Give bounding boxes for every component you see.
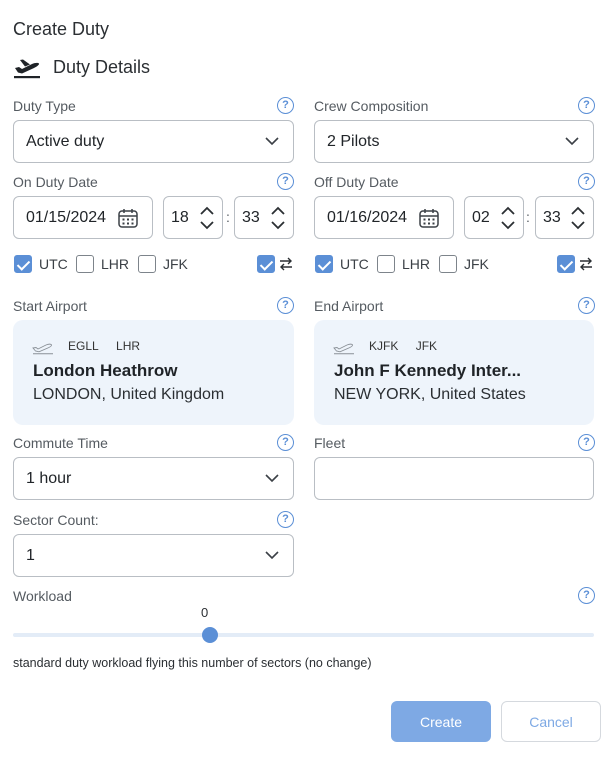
end-airport-card[interactable]: KJFK JFK John F Kennedy Inter... NEW YOR…: [314, 320, 594, 425]
on-duty-utc-label: UTC: [39, 256, 68, 272]
start-airport-help-icon[interactable]: ?: [277, 297, 294, 314]
on-duty-lhr-checkbox[interactable]: [76, 255, 94, 273]
on-duty-help-icon[interactable]: ?: [277, 173, 294, 190]
plane-takeoff-icon: [333, 343, 354, 355]
stepper-arrows-icon[interactable]: [269, 203, 287, 233]
off-duty-swap-checkbox[interactable]: [557, 255, 575, 273]
duty-type-value: Active duty: [26, 132, 105, 150]
calendar-icon[interactable]: [418, 207, 440, 229]
off-duty-hour-input[interactable]: 02: [464, 196, 524, 239]
create-button[interactable]: Create: [391, 701, 491, 742]
swap-arrows-icon: [580, 257, 592, 271]
chevron-down-icon: [265, 474, 279, 483]
chevron-down-icon: [565, 137, 579, 146]
sector-count-value: 1: [26, 546, 35, 564]
crew-composition-label: Crew Composition: [314, 98, 429, 114]
off-duty-hour-value: 02: [472, 208, 490, 226]
chevron-down-icon: [265, 551, 279, 560]
workload-help-icon[interactable]: ?: [578, 587, 595, 604]
crew-composition-help-icon[interactable]: ?: [578, 97, 595, 114]
start-airport-card[interactable]: EGLL LHR London Heathrow LONDON, United …: [13, 320, 294, 425]
start-airport-iata: LHR: [116, 339, 141, 353]
time-separator: :: [226, 209, 230, 225]
off-duty-lhr-label: LHR: [402, 256, 431, 272]
on-duty-hour-value: 18: [171, 208, 189, 226]
off-duty-minute-value: 33: [543, 208, 561, 226]
sector-count-select[interactable]: 1: [13, 534, 294, 577]
workload-slider-track[interactable]: [13, 633, 594, 637]
workload-value: 0: [201, 605, 209, 620]
swap-arrows-icon: [280, 257, 292, 271]
end-airport-help-icon[interactable]: ?: [578, 297, 595, 314]
commute-time-select[interactable]: 1 hour: [13, 457, 294, 500]
stepper-arrows-icon[interactable]: [198, 203, 216, 233]
time-separator: :: [526, 209, 530, 225]
chevron-down-icon: [265, 137, 279, 146]
cancel-button[interactable]: Cancel: [501, 701, 601, 742]
off-duty-date-label: Off Duty Date: [314, 174, 399, 190]
on-duty-minute-input[interactable]: 33: [234, 196, 294, 239]
on-duty-lhr-label: LHR: [101, 256, 130, 272]
start-airport-name: London Heathrow: [33, 361, 178, 380]
duty-type-help-icon[interactable]: ?: [277, 97, 294, 114]
stepper-arrows-icon[interactable]: [499, 203, 517, 233]
duty-type-label: Duty Type: [13, 98, 76, 114]
off-duty-lhr-checkbox[interactable]: [377, 255, 395, 273]
end-airport-name: John F Kennedy Inter...: [334, 361, 522, 380]
commute-time-help-icon[interactable]: ?: [277, 434, 294, 451]
crew-composition-value: 2 Pilots: [327, 132, 380, 150]
off-duty-date-input[interactable]: 01/16/2024: [314, 196, 454, 239]
off-duty-utc-checkbox[interactable]: [315, 255, 333, 273]
on-duty-hour-input[interactable]: 18: [163, 196, 223, 239]
workload-label: Workload: [13, 588, 72, 604]
plane-takeoff-icon: [14, 59, 40, 79]
commute-time-label: Commute Time: [13, 435, 108, 451]
start-airport-codes: EGLL LHR: [68, 339, 154, 353]
off-duty-minute-input[interactable]: 33: [535, 196, 594, 239]
on-duty-minute-value: 33: [242, 208, 260, 226]
off-duty-date-value: 01/16/2024: [327, 208, 408, 226]
section-title: Duty Details: [53, 56, 151, 77]
end-airport-location: NEW YORK, United States: [334, 386, 526, 403]
dialog-title: Create Duty: [13, 19, 110, 39]
start-airport-label: Start Airport: [13, 298, 87, 314]
on-duty-utc-checkbox[interactable]: [14, 255, 32, 273]
on-duty-jfk-label: JFK: [163, 256, 188, 272]
off-duty-utc-label: UTC: [340, 256, 369, 272]
duty-type-select[interactable]: Active duty: [13, 120, 294, 163]
on-duty-date-label: On Duty Date: [13, 174, 98, 190]
fleet-label: Fleet: [314, 435, 346, 451]
fleet-input[interactable]: [314, 457, 594, 500]
sector-count-label: Sector Count:: [13, 512, 99, 528]
end-airport-icao: KJFK: [369, 339, 399, 353]
plane-takeoff-icon: [32, 343, 53, 355]
commute-time-value: 1 hour: [26, 469, 72, 487]
workload-description: standard duty workload flying this numbe…: [13, 656, 372, 670]
section-header: Duty Details: [13, 54, 150, 80]
start-airport-icao: EGLL: [68, 339, 99, 353]
off-duty-jfk-checkbox[interactable]: [439, 255, 457, 273]
crew-composition-select[interactable]: 2 Pilots: [314, 120, 594, 163]
on-duty-date-value: 01/15/2024: [26, 208, 107, 226]
on-duty-date-input[interactable]: 01/15/2024: [13, 196, 153, 239]
fleet-help-icon[interactable]: ?: [578, 434, 595, 451]
sector-count-help-icon[interactable]: ?: [277, 511, 294, 528]
stepper-arrows-icon[interactable]: [569, 203, 587, 233]
on-duty-jfk-checkbox[interactable]: [138, 255, 156, 273]
calendar-icon[interactable]: [117, 207, 139, 229]
end-airport-codes: KJFK JFK: [369, 339, 451, 353]
start-airport-location: LONDON, United Kingdom: [33, 386, 225, 403]
off-duty-help-icon[interactable]: ?: [578, 173, 595, 190]
on-duty-swap-checkbox[interactable]: [257, 255, 275, 273]
off-duty-jfk-label: JFK: [464, 256, 489, 272]
workload-slider-thumb[interactable]: [202, 627, 218, 643]
end-airport-iata: JFK: [415, 339, 438, 353]
end-airport-label: End Airport: [314, 298, 384, 314]
